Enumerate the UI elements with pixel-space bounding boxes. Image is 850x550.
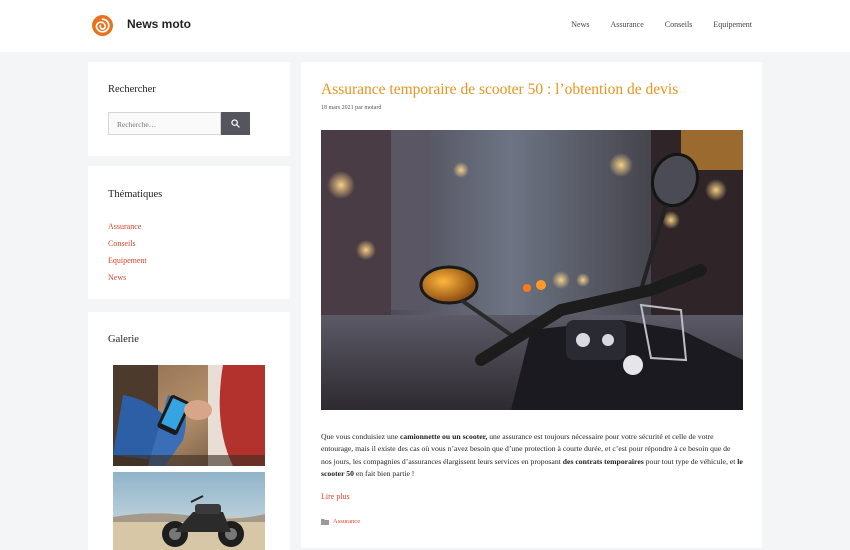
gallery-image-motorcycle[interactable]: [113, 472, 265, 550]
read-more-link[interactable]: Lire plus: [321, 492, 350, 501]
themes-widget: Thématiques Assurance Conseils Equipemen…: [88, 166, 290, 299]
nav-item-equipement[interactable]: Equipement: [713, 20, 752, 29]
category-link-conseils[interactable]: Conseils: [108, 235, 147, 252]
gallery-image-phone-rider[interactable]: [113, 365, 265, 466]
category-link-assurance[interactable]: Assurance: [108, 218, 147, 235]
article-hero-image[interactable]: [321, 130, 743, 410]
article-category-link[interactable]: Assurance: [333, 518, 360, 525]
category-link-news[interactable]: News: [108, 269, 147, 286]
article-category: Assurance: [321, 518, 360, 525]
search-widget: Rechercher Recherche…: [88, 62, 290, 156]
category-list: Assurance Conseils Equipement News: [108, 218, 147, 286]
main-nav: News Assurance Conseils Equipement: [550, 20, 752, 29]
folder-icon: [321, 519, 329, 525]
themes-widget-title: Thématiques: [108, 189, 163, 200]
nav-item-news[interactable]: News: [571, 20, 589, 29]
article-title[interactable]: Assurance temporaire de scooter 50 : l’o…: [321, 81, 678, 99]
site-title[interactable]: News moto: [127, 17, 191, 31]
nav-item-conseils[interactable]: Conseils: [665, 20, 693, 29]
search-input[interactable]: Recherche…: [108, 112, 221, 135]
site-logo-icon[interactable]: [92, 15, 113, 36]
search-widget-title: Rechercher: [108, 84, 156, 95]
gallery-widget-title: Galerie: [108, 334, 139, 345]
article-card: Assurance temporaire de scooter 50 : l’o…: [301, 62, 762, 548]
search-icon: [231, 119, 240, 128]
gallery-widget: Galerie: [88, 312, 290, 550]
nav-item-assurance[interactable]: Assurance: [610, 20, 643, 29]
article-excerpt: Que vous conduisiez une camionnette ou u…: [321, 432, 743, 478]
search-button[interactable]: [221, 112, 250, 135]
article-meta: 18 mars 2021 par motard: [321, 105, 382, 111]
site-header: News moto News Assurance Conseils Equipe…: [0, 0, 850, 52]
category-link-equipement[interactable]: Equipement: [108, 252, 147, 269]
